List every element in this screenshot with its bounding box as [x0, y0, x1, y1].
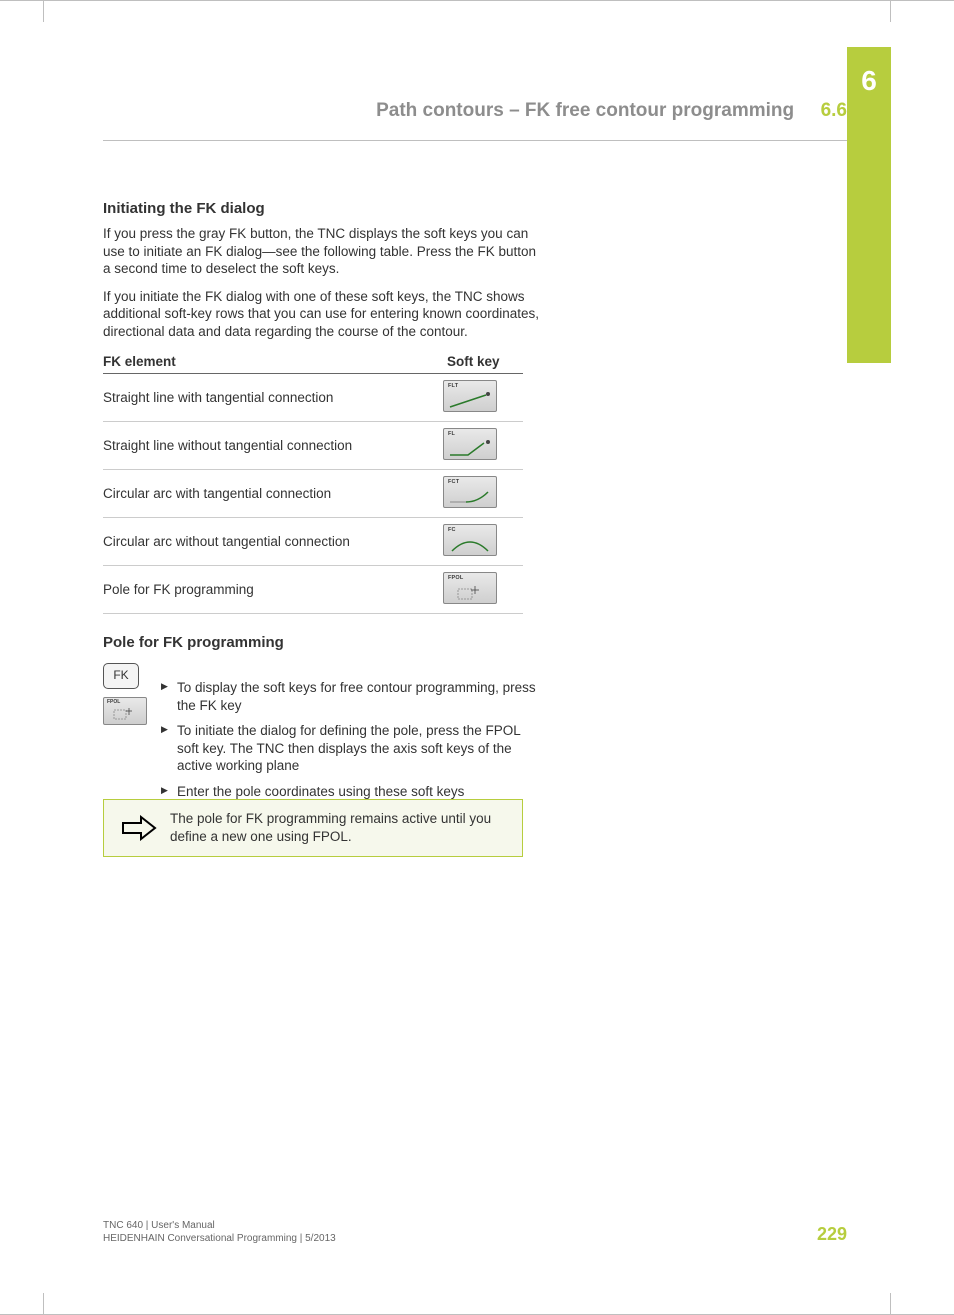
footer-line1: TNC 640 | User's Manual — [103, 1220, 215, 1231]
softkey-fl: FL — [443, 428, 497, 460]
page-number: 229 — [817, 1224, 847, 1245]
fk-desc: Straight line without tangential connect… — [103, 422, 443, 470]
softkey-label: FL — [448, 431, 455, 437]
arc-icon — [448, 535, 494, 555]
table-row: Circular arc with tangential connection … — [103, 470, 523, 518]
chapter-number: 6 — [847, 65, 891, 97]
footer-meta: TNC 640 | User's Manual HEIDENHAIN Conve… — [103, 1219, 336, 1245]
step: Enter the pole coordinates using these s… — [161, 783, 543, 801]
chapter-tab: 6 — [847, 47, 891, 363]
fk-table-col-element: FK element — [103, 350, 443, 374]
softkey-label: FCT — [448, 479, 459, 485]
fk-table-col-softkey: Soft key — [443, 350, 523, 374]
crop-tick — [890, 0, 891, 22]
heading-pole: Pole for FK programming — [103, 634, 543, 651]
fk-desc: Pole for FK programming — [103, 566, 443, 614]
step-list: To display the soft keys for free contou… — [161, 679, 543, 808]
note-text: The pole for FK programming remains acti… — [164, 810, 512, 845]
arc-tangent-icon — [448, 487, 494, 507]
fk-table: FK element Soft key Straight line with t… — [103, 350, 523, 614]
softkey-fc: FC — [443, 524, 497, 556]
heading-initiating: Initiating the FK dialog — [103, 200, 543, 217]
straight-tangent-icon — [448, 391, 494, 411]
pole-icon — [448, 583, 494, 603]
table-row: Circular arc without tangential connecti… — [103, 518, 523, 566]
step: To display the soft keys for free contou… — [161, 679, 543, 714]
softkey-fct: FCT — [443, 476, 497, 508]
page-title: Path contours – FK free contour programm… — [376, 100, 794, 122]
table-row: Straight line without tangential connect… — [103, 422, 523, 470]
softkey-fpol: FPOL — [443, 572, 497, 604]
step: To initiate the dialog for defining the … — [161, 722, 543, 775]
softkey-flt: FLT — [443, 380, 497, 412]
fk-key: FK — [103, 663, 139, 689]
fk-desc: Straight line with tangential connection — [103, 374, 443, 422]
crop-tick — [43, 1293, 44, 1315]
crop-tick — [43, 0, 44, 22]
pole-icon — [108, 706, 142, 722]
softkey-label: FLT — [448, 383, 458, 389]
straight-icon — [448, 439, 494, 459]
softkey-label: FC — [448, 527, 456, 533]
note-arrow-icon — [114, 810, 164, 846]
fk-desc: Circular arc without tangential connecti… — [103, 518, 443, 566]
table-row: Straight line with tangential connection… — [103, 374, 523, 422]
fk-desc: Circular arc with tangential connection — [103, 470, 443, 518]
table-row: Pole for FK programming FPOL — [103, 566, 523, 614]
crop-mark-top — [0, 0, 954, 1]
softkey-label: FPOL — [107, 699, 120, 705]
softkey-label: FPOL — [448, 575, 463, 581]
crop-tick — [890, 1293, 891, 1315]
softkey-fpol-small: FPOL — [103, 697, 147, 725]
note-box: The pole for FK programming remains acti… — [103, 800, 523, 857]
page-footer: TNC 640 | User's Manual HEIDENHAIN Conve… — [103, 1219, 847, 1245]
page-header: Path contours – FK free contour programm… — [103, 100, 847, 141]
para: If you press the gray FK button, the TNC… — [103, 225, 543, 278]
footer-line2: HEIDENHAIN Conversational Programming | … — [103, 1233, 336, 1244]
section-pole: Pole for FK programming FK FPOL To displ… — [103, 634, 543, 824]
section-initiating: Initiating the FK dialog If you press th… — [103, 200, 543, 614]
para: If you initiate the FK dialog with one o… — [103, 288, 543, 341]
section-number: 6.6 — [821, 100, 847, 122]
